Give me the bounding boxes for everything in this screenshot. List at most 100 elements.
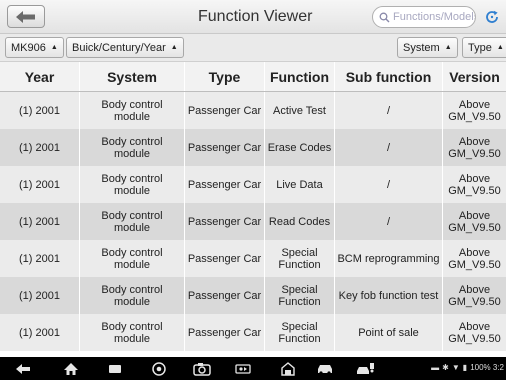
cell-system: Body control module	[80, 203, 185, 240]
cell-year: (1) 2001	[0, 240, 80, 277]
table-row[interactable]: (1) 2001 Body control module Passenger C…	[0, 240, 506, 277]
nav-browser-button[interactable]	[150, 360, 168, 377]
cell-year: (1) 2001	[0, 92, 80, 129]
cell-year: (1) 2001	[0, 203, 80, 240]
search-field[interactable]	[372, 6, 476, 28]
cell-version: Above GM_V9.50	[448, 98, 501, 123]
car-service-icon	[357, 362, 374, 374]
back-icon	[16, 363, 30, 374]
nav-garage-button[interactable]	[279, 360, 297, 377]
nav-vci-button[interactable]	[234, 360, 252, 377]
page-title: Function Viewer	[198, 8, 313, 25]
cell-system: Body control module	[80, 92, 185, 129]
message-icon: ▬	[431, 363, 440, 372]
battery-icon: ▮	[462, 363, 468, 372]
cell-function: Live Data	[265, 166, 335, 203]
vehicle-filter-label: Buick/Century/Year	[72, 41, 166, 54]
triangle-up-icon: ▲	[170, 44, 178, 51]
table-row[interactable]: (1) 2001 Body control module Passenger C…	[0, 314, 506, 351]
table-row[interactable]: (1) 2001 Body control module Passenger C…	[0, 203, 506, 240]
cell-sub-function: /	[335, 203, 443, 240]
triangle-up-icon: ▲	[50, 44, 58, 51]
garage-icon	[281, 361, 295, 376]
refresh-icon	[486, 10, 498, 23]
cell-function: Special Function	[265, 314, 335, 351]
cell-sub-function: /	[335, 92, 443, 129]
table-row[interactable]: (1) 2001 Body control module Passenger C…	[0, 277, 506, 314]
triangle-up-icon: ▲	[444, 44, 452, 51]
home-icon	[64, 362, 78, 375]
cell-sub-function: /	[335, 129, 443, 166]
nav-vehicle-button[interactable]	[316, 360, 334, 377]
cell-type: Passenger Car	[185, 240, 265, 277]
cell-system: Body control module	[80, 277, 185, 314]
triangle-up-icon: ▲	[496, 44, 504, 51]
cell-version: Above GM_V9.50	[448, 209, 501, 234]
cell-year: (1) 2001	[0, 277, 80, 314]
column-header-system[interactable]: System	[80, 62, 185, 91]
system-filter-label: System	[403, 41, 440, 54]
column-header-sub-function[interactable]: Sub function	[335, 62, 443, 91]
cell-version: Above GM_V9.50	[448, 320, 501, 345]
table-row[interactable]: (1) 2001 Body control module Passenger C…	[0, 92, 506, 129]
nav-camera-button[interactable]	[190, 360, 214, 377]
back-arrow-icon	[16, 10, 35, 23]
table-header: Year System Type Function Sub function V…	[0, 62, 506, 92]
vehicle-filter-dropdown[interactable]: Buick/Century/Year ▲	[66, 37, 184, 58]
search-icon	[379, 12, 390, 22]
nav-recent-apps-button[interactable]	[106, 360, 124, 377]
cell-function: Read Codes	[265, 203, 335, 240]
filter-bar: MK906 ▲ Buick/Century/Year ▲ System ▲ Ty…	[0, 34, 506, 62]
cell-system: Body control module	[80, 240, 185, 277]
status-area: ▬ ✱ ▼ ▮ 100% 3:2	[431, 363, 504, 372]
cell-version: Above GM_V9.50	[448, 172, 501, 197]
system-filter-dropdown[interactable]: System ▲	[397, 37, 458, 58]
column-header-type[interactable]: Type	[185, 62, 265, 91]
cell-type: Passenger Car	[185, 129, 265, 166]
cell-function: Erase Codes	[265, 129, 335, 166]
type-filter-label: Type	[468, 41, 492, 54]
back-button[interactable]	[7, 5, 45, 28]
cell-type: Passenger Car	[185, 277, 265, 314]
cell-year: (1) 2001	[0, 129, 80, 166]
cell-version: Above GM_V9.50	[448, 246, 501, 271]
cell-function: Active Test	[265, 92, 335, 129]
search-input[interactable]	[393, 11, 475, 23]
cell-function: Special Function	[265, 240, 335, 277]
nav-back-button[interactable]	[14, 360, 32, 377]
camera-icon	[193, 362, 211, 376]
cell-year: (1) 2001	[0, 166, 80, 203]
cell-sub-function: /	[335, 166, 443, 203]
model-filter-label: MK906	[11, 41, 46, 54]
status-text: 100% 3:2	[470, 363, 504, 372]
wifi-icon: ▼	[451, 363, 460, 372]
recent-apps-icon	[109, 364, 121, 373]
function-table: Year System Type Function Sub function V…	[0, 62, 506, 351]
cell-year: (1) 2001	[0, 314, 80, 351]
refresh-button[interactable]	[482, 7, 502, 27]
cell-sub-function: Point of sale	[335, 314, 443, 351]
cell-function: Special Function	[265, 277, 335, 314]
cell-sub-function: Key fob function test	[335, 277, 443, 314]
table-row[interactable]: (1) 2001 Body control module Passenger C…	[0, 129, 506, 166]
cell-type: Passenger Car	[185, 92, 265, 129]
type-filter-dropdown[interactable]: Type ▲	[462, 37, 506, 58]
column-header-function[interactable]: Function	[265, 62, 335, 91]
system-nav-bar: ▬ ✱ ▼ ▮ 100% 3:2	[0, 357, 506, 380]
column-header-version[interactable]: Version	[443, 62, 506, 91]
cell-sub-function: BCM reprogramming	[335, 240, 443, 277]
model-filter-dropdown[interactable]: MK906 ▲	[5, 37, 64, 58]
car-icon	[318, 365, 332, 375]
nav-home-button[interactable]	[62, 360, 80, 377]
nav-service-button[interactable]	[355, 360, 377, 377]
cell-system: Body control module	[80, 314, 185, 351]
cell-type: Passenger Car	[185, 166, 265, 203]
chrome-icon	[152, 361, 166, 376]
cell-system: Body control module	[80, 166, 185, 203]
app-header: Function Viewer	[0, 0, 506, 34]
column-header-year[interactable]: Year	[0, 62, 80, 91]
bluetooth-icon: ✱	[442, 363, 449, 372]
cell-type: Passenger Car	[185, 314, 265, 351]
table-row[interactable]: (1) 2001 Body control module Passenger C…	[0, 166, 506, 203]
cell-system: Body control module	[80, 129, 185, 166]
